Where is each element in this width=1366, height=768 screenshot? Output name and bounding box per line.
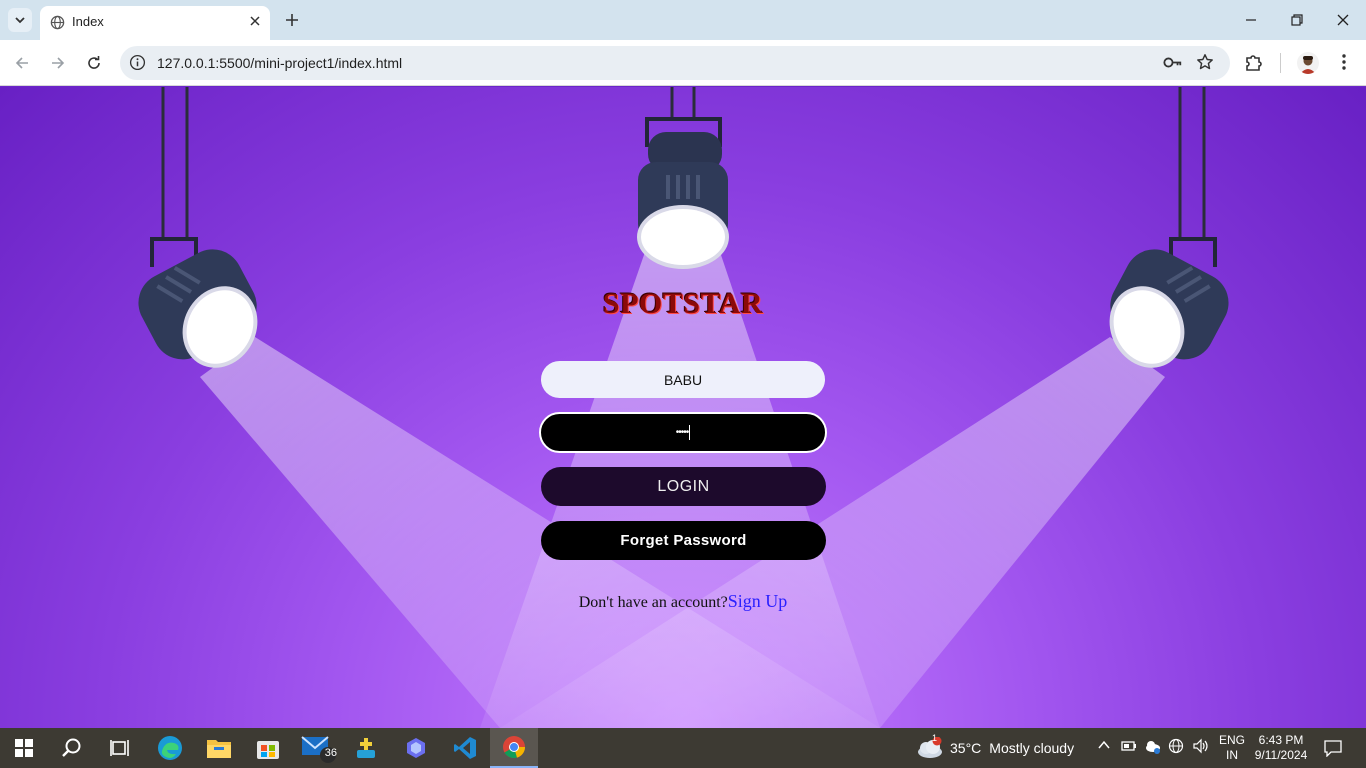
chevron-up-icon[interactable] — [1097, 738, 1111, 757]
region-code: IN — [1226, 748, 1238, 762]
tab-search-button[interactable] — [8, 8, 32, 32]
login-button[interactable]: LOGIN — [541, 467, 826, 506]
chevron-down-icon — [15, 17, 25, 24]
tab-title: Index — [72, 14, 104, 29]
close-icon — [1337, 14, 1349, 26]
search-icon — [62, 738, 81, 757]
browser-tab-strip: Index — [0, 0, 1366, 40]
extensions-puzzle-icon[interactable] — [1243, 51, 1265, 78]
spotlight-right — [1109, 87, 1229, 368]
reload-button[interactable] — [82, 51, 106, 75]
notification-icon[interactable] — [1324, 739, 1342, 762]
edge-icon — [158, 736, 182, 760]
start-button[interactable] — [0, 728, 48, 768]
restore-button[interactable] — [1274, 0, 1320, 40]
minimize-icon — [1246, 19, 1256, 21]
minimize-button[interactable] — [1228, 0, 1274, 40]
weather-widget[interactable]: 1 35°C Mostly cloudy — [916, 733, 1075, 760]
cloud-icon — [918, 737, 942, 758]
toolbar-divider — [1280, 53, 1281, 73]
chrome-app[interactable] — [490, 728, 538, 768]
lang-code: ENG — [1219, 733, 1246, 747]
forward-button[interactable] — [46, 51, 70, 75]
network-globe-icon[interactable] — [1168, 738, 1184, 759]
password-input[interactable]: ••••• — [539, 412, 827, 453]
folder-icon — [207, 740, 231, 758]
clock[interactable]: 6:43 PM 9/11/2024 — [1252, 733, 1310, 763]
arrow-left-icon — [15, 57, 28, 69]
input-language[interactable]: ENG IN — [1219, 733, 1245, 763]
file-explorer-app[interactable] — [195, 728, 243, 768]
globe-icon — [50, 15, 65, 35]
close-icon — [250, 16, 260, 26]
onedrive-icon[interactable] — [1144, 738, 1162, 759]
signup-link[interactable]: Sign Up — [728, 591, 788, 611]
site-info-icon[interactable] — [129, 54, 146, 76]
vscode-icon — [454, 737, 476, 759]
close-window-button[interactable] — [1320, 0, 1366, 40]
key-icon[interactable] — [1163, 54, 1183, 76]
task-view-icon — [110, 740, 129, 756]
forget-password-button[interactable]: Forget Password — [541, 521, 826, 560]
edge-app[interactable] — [146, 728, 194, 768]
spotlight-left — [138, 87, 258, 368]
reload-icon — [88, 56, 100, 69]
battery-icon[interactable] — [1121, 738, 1137, 759]
task-view-button[interactable] — [96, 728, 144, 768]
weather-condition: Mostly cloudy — [989, 740, 1075, 756]
search-button[interactable] — [48, 728, 96, 768]
profile-avatar[interactable] — [1297, 52, 1319, 74]
restore-icon — [1291, 14, 1303, 26]
weather-alert-badge: 1 — [932, 733, 938, 743]
game-app-icon — [357, 738, 375, 758]
browser-tab[interactable]: Index — [40, 6, 270, 40]
plus-icon — [286, 14, 298, 26]
clock-time: 6:43 PM — [1258, 733, 1304, 747]
spotlight-center — [637, 87, 729, 269]
copilot-icon — [407, 738, 425, 758]
mail-badge: 36 — [324, 747, 337, 759]
mail-app[interactable]: 36 — [294, 728, 342, 768]
brand-title: SPOTSTAR — [602, 287, 764, 320]
password-mask: ••••• — [675, 427, 689, 438]
chrome-icon — [503, 736, 525, 759]
temperature: 35°C — [950, 740, 982, 756]
text-caret — [689, 425, 691, 440]
store-app[interactable] — [244, 728, 292, 768]
arrow-right-icon — [52, 57, 65, 69]
store-icon — [257, 741, 279, 759]
username-input[interactable] — [541, 361, 825, 398]
clock-date: 9/11/2024 — [1254, 748, 1308, 762]
bookmark-star-icon[interactable] — [1196, 53, 1214, 76]
vscode-app[interactable] — [441, 728, 489, 768]
signup-prompt-text: Don't have an account? — [578, 594, 728, 611]
copilot-app[interactable] — [392, 728, 440, 768]
back-button[interactable] — [10, 51, 34, 75]
new-tab-button[interactable] — [282, 10, 302, 30]
game-app[interactable] — [342, 728, 390, 768]
kebab-menu-icon[interactable] — [1334, 52, 1354, 77]
windows-logo-icon — [15, 739, 33, 757]
volume-icon[interactable] — [1192, 738, 1210, 759]
tab-close-button[interactable] — [246, 12, 264, 30]
login-page: SPOTSTAR ••••• LOGIN Forget Password Don… — [0, 87, 1366, 728]
signup-prompt-line: Don't have an account?Sign Up — [0, 591, 1366, 612]
url-text: 127.0.0.1:5500/mini-project1/index.html — [157, 55, 403, 71]
browser-toolbar: 127.0.0.1:5500/mini-project1/index.html — [0, 40, 1366, 86]
windows-taskbar: 36 1 35°C Mostly cloudy ENG IN 6:43 PM 9… — [0, 728, 1366, 768]
address-bar[interactable]: 127.0.0.1:5500/mini-project1/index.html — [120, 46, 1230, 80]
